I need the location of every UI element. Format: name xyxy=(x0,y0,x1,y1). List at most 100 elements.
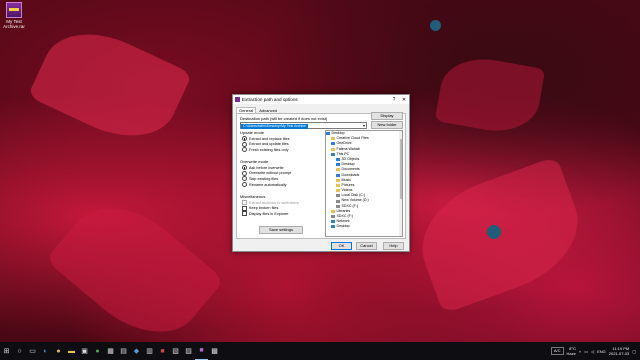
general-panel: Destination path (will be created if doe… xyxy=(236,112,406,239)
folder-icon xyxy=(331,209,335,213)
drive-icon xyxy=(331,215,335,219)
clock[interactable]: 11:19 PM 2021-07-03 xyxy=(609,346,629,356)
folder-icon xyxy=(331,147,335,151)
option-label: Rename automatically xyxy=(249,182,287,187)
destination-path-input[interactable]: C:\Users\fatim\Desktop\My Test Archive ▾ xyxy=(240,122,367,129)
update-mode-title: Update mode xyxy=(240,130,265,135)
new-folder-button[interactable]: New folder xyxy=(371,121,403,129)
folder-icon xyxy=(336,183,340,187)
misc-title: Miscellaneous xyxy=(240,194,266,199)
checkbox-icon xyxy=(242,211,247,217)
close-button[interactable]: ✕ xyxy=(399,97,409,103)
folder-tree[interactable]: Desktop Creative Cloud Files OneDrive Fa… xyxy=(325,130,403,237)
option-label: Extract and replace files xyxy=(249,136,290,141)
checkbox-icon xyxy=(242,200,247,206)
drive-icon xyxy=(336,204,340,208)
folder-icon xyxy=(336,168,340,172)
search-icon[interactable]: ○ xyxy=(13,342,26,360)
radio-fresh-existing[interactable]: Fresh existing files only xyxy=(240,147,319,153)
radio-icon xyxy=(242,141,247,147)
leaf-shape xyxy=(434,51,546,139)
leaf-shape xyxy=(27,14,193,156)
save-settings-button[interactable]: Save settings xyxy=(259,226,303,234)
system-tray: A/C 8°C Haze ˄ ▭ ◁ ENG 11:19 PM 2021-07-03… xyxy=(550,342,636,360)
onedrive-icon xyxy=(331,142,335,146)
notification-icon[interactable]: ▢ xyxy=(632,349,636,354)
destination-path-value: C:\Users\fatim\Desktop\My Test Archive xyxy=(241,124,309,129)
option-label: Extract and update files xyxy=(249,142,289,147)
option-label: Keep broken files xyxy=(249,206,279,211)
desktop-icon xyxy=(331,225,335,229)
option-label: Extract archives to subfolders xyxy=(249,200,299,205)
checkbox-icon xyxy=(242,205,247,211)
folder-icon xyxy=(336,163,340,167)
volume-icon[interactable]: ◁ xyxy=(591,349,594,354)
app-icon[interactable]: ▨ xyxy=(182,342,195,360)
winrar-archive-icon xyxy=(6,2,22,18)
overwrite-mode-group: Overwrite mode Ask before overwrite Over… xyxy=(240,159,319,188)
radio-icon xyxy=(242,147,247,153)
tree-item[interactable]: Desktop xyxy=(326,224,402,229)
option-label: Skip existing files xyxy=(249,176,279,181)
chrome-icon[interactable]: ● xyxy=(91,342,104,360)
berry xyxy=(487,225,501,239)
desktop-icon-archive[interactable]: My Test Archive.rar xyxy=(2,2,26,29)
folder-icon xyxy=(331,137,335,141)
help-button[interactable]: ? xyxy=(389,97,399,103)
destination-label: Destination path (will be created if doe… xyxy=(240,116,328,121)
app-icon[interactable]: ▥ xyxy=(143,342,156,360)
scrollbar-thumb[interactable] xyxy=(399,139,402,199)
help-footer-button[interactable]: Help xyxy=(383,242,404,250)
option-label: Overwrite without prompt xyxy=(249,171,292,176)
winrar-icon xyxy=(235,97,240,102)
radio-icon xyxy=(242,165,247,171)
pc-icon xyxy=(331,152,335,156)
chevron-up-icon[interactable]: ˄ xyxy=(579,349,581,354)
chrome-icon[interactable]: ● xyxy=(52,342,65,360)
tree-scrollbar[interactable] xyxy=(399,131,402,236)
date-label: 2021-07-03 xyxy=(608,351,630,356)
folder-icon xyxy=(336,178,340,182)
leaf-shape xyxy=(45,183,225,357)
misc-group: Miscellaneous Extract archives to subfol… xyxy=(240,194,319,217)
desktop-icon-label: My Test Archive.rar xyxy=(3,19,25,29)
radio-icon xyxy=(242,170,247,176)
desktop-icon xyxy=(326,132,330,136)
weather-widget[interactable]: A/C xyxy=(550,347,564,355)
winrar-taskbar-icon[interactable]: ■ xyxy=(195,342,208,360)
temperature-widget[interactable]: 8°C Haze xyxy=(567,346,576,356)
drive-icon xyxy=(336,194,340,198)
photos-icon[interactable]: ▦ xyxy=(104,342,117,360)
network-icon[interactable]: ▭ xyxy=(584,349,588,354)
network-icon xyxy=(331,220,335,224)
update-mode-group: Update mode Extract and replace files Ex… xyxy=(240,130,319,153)
app-icon[interactable]: ◆ xyxy=(130,342,143,360)
cancel-button[interactable]: Cancel xyxy=(356,242,377,250)
radio-icon xyxy=(242,136,247,142)
app-icon[interactable]: ■ xyxy=(156,342,169,360)
ok-button[interactable]: OK xyxy=(331,242,352,250)
task-view-icon[interactable]: ▭ xyxy=(26,342,39,360)
app-icon[interactable]: ▩ xyxy=(208,342,221,360)
store-icon[interactable]: ▣ xyxy=(78,342,91,360)
start-icon[interactable]: ⊞ xyxy=(0,342,13,360)
folder-icon xyxy=(336,158,340,162)
check-display-explorer[interactable]: Display files in Explorer xyxy=(240,211,319,217)
edge-icon[interactable]: ◐ xyxy=(39,342,52,360)
radio-icon xyxy=(242,176,247,182)
folder-icon xyxy=(336,173,340,177)
radio-rename-auto[interactable]: Rename automatically xyxy=(240,182,319,188)
app-icon[interactable]: ▤ xyxy=(117,342,130,360)
app-icon[interactable]: ▧ xyxy=(169,342,182,360)
dialog-title: Extraction path and options xyxy=(242,97,298,102)
option-label: Fresh existing files only xyxy=(249,147,289,152)
overwrite-mode-title: Overwrite mode xyxy=(240,159,269,164)
temp-desc: Haze xyxy=(566,351,576,356)
language-indicator[interactable]: ENG xyxy=(597,349,606,354)
dialog-titlebar: Extraction path and options ? ✕ xyxy=(233,95,409,104)
display-button[interactable]: Display xyxy=(371,112,403,120)
chevron-down-icon[interactable]: ▾ xyxy=(363,123,365,128)
file-explorer-icon[interactable]: ▬ xyxy=(65,342,78,360)
taskbar: ⊞ ○ ▭ ◐ ● ▬ ▣ ● ▦ ▤ ◆ ▥ ■ ▧ ▨ ■ ▩ A/C 8°… xyxy=(0,342,640,360)
folder-icon xyxy=(336,189,340,193)
